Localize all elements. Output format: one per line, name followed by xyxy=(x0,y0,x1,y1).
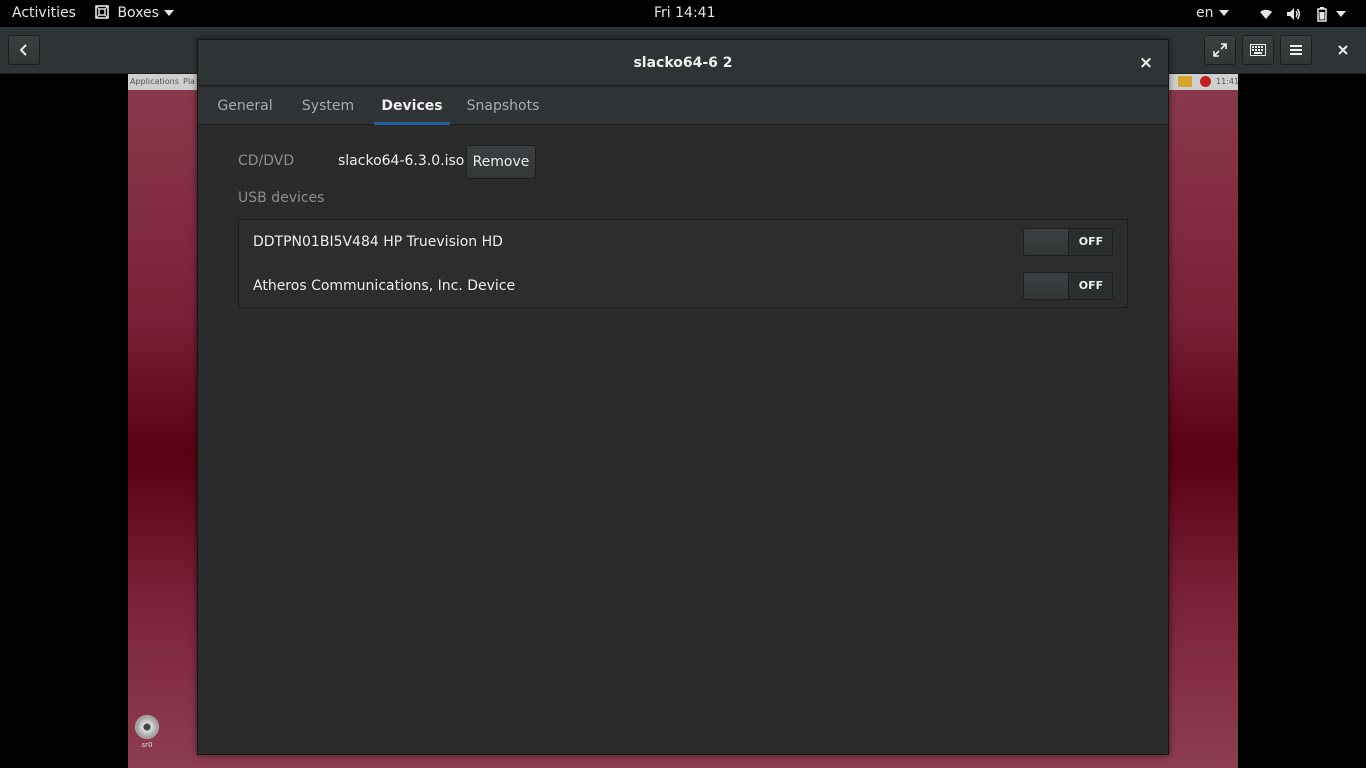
chevron-down-icon xyxy=(1218,10,1229,16)
remove-cd-button[interactable]: Remove xyxy=(466,145,536,179)
activities-button[interactable]: Activities xyxy=(12,0,76,27)
chevron-down-icon xyxy=(163,10,174,16)
usb-device-name: Atheros Communications, Inc. Device xyxy=(253,278,516,294)
guest-tray-icon[interactable] xyxy=(1200,76,1211,87)
guest-tray-icon[interactable] xyxy=(1178,76,1192,87)
menu-button[interactable] xyxy=(1280,35,1312,65)
clock[interactable]: Fri 14:41 xyxy=(654,0,715,27)
menu-icon xyxy=(1290,45,1302,55)
toggle-knob[interactable] xyxy=(1024,229,1069,255)
tab-snapshots[interactable]: Snapshots xyxy=(460,87,546,125)
properties-dialog: slacko64-6 2 × General System Devices Sn… xyxy=(197,39,1169,755)
usb-device-toggle[interactable]: OFF xyxy=(1023,272,1113,300)
top-bar: Activities Boxes Fri 14:41 en xyxy=(0,0,1366,27)
battery-icon[interactable] xyxy=(1314,6,1330,22)
toggle-state: OFF xyxy=(1078,279,1104,292)
list-item: DDTPN01BI5V484 HP Truevision HD OFF xyxy=(239,220,1127,264)
usb-devices-heading: USB devices xyxy=(238,190,325,206)
fullscreen-button[interactable] xyxy=(1204,35,1236,65)
guest-applications-menu[interactable]: Applications xyxy=(130,77,179,86)
fullscreen-icon xyxy=(1213,43,1227,57)
back-button[interactable] xyxy=(8,35,40,65)
tab-general[interactable]: General xyxy=(206,87,284,125)
list-item: Atheros Communications, Inc. Device OFF xyxy=(239,264,1127,308)
guest-cd-label: sr0 xyxy=(141,741,153,749)
usb-device-name: DDTPN01BI5V484 HP Truevision HD xyxy=(253,234,503,250)
dialog-title: slacko64-6 2 xyxy=(198,40,1168,86)
boxes-app-icon xyxy=(95,4,109,19)
language-menu[interactable]: en xyxy=(1196,0,1229,27)
cd-dvd-value: slacko64-6.3.0.iso xyxy=(338,153,465,169)
app-menu-label: Boxes xyxy=(117,5,159,21)
close-window-button[interactable] xyxy=(1327,35,1359,65)
system-menu-chevron-icon[interactable] xyxy=(1336,11,1346,17)
close-icon: × xyxy=(1138,53,1154,73)
usb-device-toggle[interactable]: OFF xyxy=(1023,228,1113,256)
wifi-icon[interactable] xyxy=(1258,6,1274,22)
language-label: en xyxy=(1196,5,1214,21)
guest-places-menu[interactable]: Pla xyxy=(183,77,195,86)
cd-icon xyxy=(135,715,159,739)
toggle-knob[interactable] xyxy=(1024,273,1069,299)
cd-dvd-label: CD/DVD xyxy=(238,153,295,169)
tab-devices[interactable]: Devices xyxy=(374,87,450,125)
guest-cd-drive-icon[interactable]: sr0 xyxy=(134,715,160,755)
close-icon xyxy=(1338,45,1348,55)
tab-system[interactable]: System xyxy=(292,87,364,125)
guest-clock: 11:41 xyxy=(1216,77,1240,86)
tab-bar: General System Devices Snapshots xyxy=(198,87,1168,125)
toggle-state: OFF xyxy=(1078,235,1104,248)
app-menu[interactable]: Boxes xyxy=(95,0,174,27)
back-arrow-icon xyxy=(19,44,27,56)
dialog-close-button[interactable]: × xyxy=(1136,53,1156,73)
volume-icon[interactable] xyxy=(1285,6,1301,22)
usb-device-list: DDTPN01BI5V484 HP Truevision HD OFF Athe… xyxy=(238,219,1128,308)
keyboard-icon xyxy=(1250,44,1266,56)
keyboard-button[interactable] xyxy=(1242,35,1274,65)
